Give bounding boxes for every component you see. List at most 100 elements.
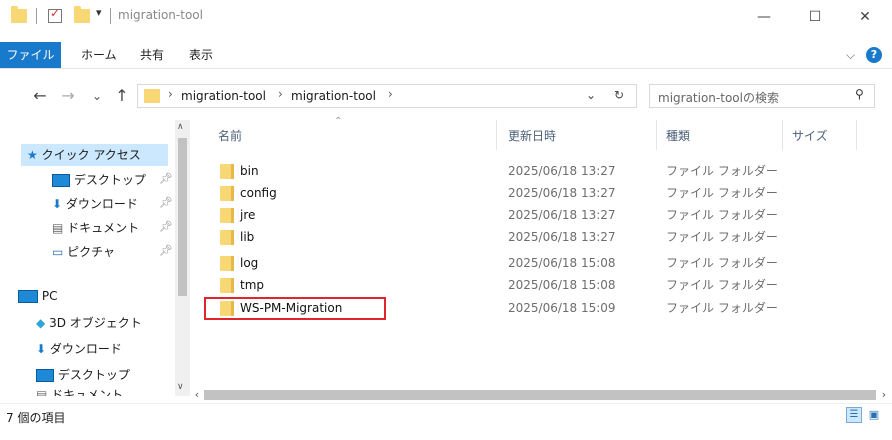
properties-icon[interactable]: ✓ [48,6,62,23]
table-row[interactable]: config 2025/06/18 13:27 ファイル フォルダー [190,182,892,204]
column-separator[interactable] [496,120,497,150]
address-row: ← → ⌄ ↑ › migration-tool › migration-too… [0,76,892,120]
breadcrumb-separator-icon: › [168,87,173,101]
details-view-icon[interactable]: ☰ [846,407,862,423]
folder-icon [220,230,234,245]
column-header-type[interactable]: 種類 [666,126,690,146]
file-type: ファイル フォルダー [666,256,778,270]
scroll-down-icon[interactable]: ∨ [177,382,184,392]
tab-view[interactable]: 表示 [189,42,213,68]
desktop-icon [52,174,70,187]
folder-icon [220,164,234,179]
close-button[interactable]: ✕ [842,0,888,34]
pin-icon[interactable]: 📌︎ [159,220,173,233]
nav-documents[interactable]: ▤ ドキュメント [52,217,139,239]
horizontal-scrollbar[interactable]: ‹ › [190,387,892,403]
nav-scrollbar[interactable]: ∧ ∨ [175,120,190,396]
table-row[interactable]: tmp 2025/06/18 15:08 ファイル フォルダー [190,274,892,296]
minimize-button[interactable]: — [741,0,787,34]
pin-icon[interactable]: 📌︎ [159,172,173,185]
scroll-right-icon[interactable]: › [876,387,892,403]
nav-3d-objects[interactable]: ◆ 3D オブジェクト [36,312,142,334]
forward-button[interactable]: → [58,84,78,108]
nav-label: ピクチャ [67,245,116,259]
recent-locations-icon[interactable]: ⌄ [90,84,104,108]
table-row[interactable]: lib 2025/06/18 13:27 ファイル フォルダー [190,226,892,248]
title-bar: ✓ ▾ migration-tool — ☐ ✕ [0,0,892,42]
up-button[interactable]: ↑ [112,84,132,108]
item-count: 7 個の項目 [6,411,66,425]
pin-icon[interactable]: 📌︎ [159,196,173,209]
nav-label: ドキュメント [51,388,124,396]
column-header-date[interactable]: 更新日時 [508,126,556,146]
table-row[interactable]: jre 2025/06/18 13:27 ファイル フォルダー [190,204,892,226]
nav-label: PC [41,289,58,303]
nav-pc-desktop[interactable]: デスクトップ [36,364,130,386]
column-separator[interactable] [856,120,857,150]
address-bar[interactable]: › migration-tool › migration-tool › ⌄ ↻ [137,84,637,108]
nav-pictures[interactable]: ▭ ピクチャ [52,241,115,263]
file-type: ファイル フォルダー [666,208,778,222]
nav-label: ダウンロード [49,342,122,356]
nav-pc-downloads[interactable]: ⬇ ダウンロード [36,338,122,360]
download-icon: ⬇ [52,197,63,211]
nav-desktop[interactable]: デスクトップ [52,169,146,191]
folder-icon [220,278,234,293]
maximize-button[interactable]: ☐ [792,0,838,34]
nav-pc[interactable]: PC [18,285,57,307]
nav-label: デスクトップ [73,173,146,187]
breadcrumb-item[interactable]: migration-tool [181,89,266,103]
nav-label: クイック アクセス [41,148,141,162]
ribbon-expand-icon[interactable]: ⌵ [846,42,855,68]
file-date: 2025/06/18 15:08 [508,278,616,292]
file-date: 2025/06/18 13:27 [508,208,616,222]
file-name: config [240,186,277,200]
file-name: tmp [240,278,265,292]
large-icons-view-icon[interactable]: ▣ [866,407,882,423]
new-folder-icon[interactable] [74,6,90,23]
column-separator[interactable] [782,120,783,150]
tab-file[interactable]: ファイル [0,42,61,68]
pictures-icon: ▭ [52,245,64,259]
scrollbar-thumb[interactable] [204,390,876,400]
search-icon[interactable]: ⚲ [855,87,864,101]
folder-icon [220,186,234,201]
file-date: 2025/06/18 15:08 [508,256,616,270]
column-separator[interactable] [656,120,657,150]
customize-quick-access-icon[interactable]: ▾ [96,6,102,19]
table-row[interactable]: log 2025/06/18 15:08 ファイル フォルダー [190,252,892,274]
nav-pc-documents[interactable]: ▤ ドキュメント [36,386,123,396]
pin-icon[interactable]: 📌︎ [159,244,173,257]
column-header-name[interactable]: 名前 [218,126,242,146]
nav-quick-access[interactable]: ★ クイック アクセス [21,144,168,166]
refresh-icon[interactable]: ↻ [614,88,624,102]
file-type: ファイル フォルダー [666,301,778,315]
breadcrumb-separator-icon: › [278,87,283,101]
file-name: lib [240,230,255,244]
scroll-up-icon[interactable]: ∧ [177,122,184,132]
ribbon-tabs: ファイル ホーム 共有 表示 ⌵ ? [0,42,892,69]
file-name: bin [240,164,259,178]
breadcrumb-item[interactable]: migration-tool [291,89,376,103]
file-date: 2025/06/18 13:27 [508,164,616,178]
nav-downloads[interactable]: ⬇ ダウンロード [52,193,138,215]
file-date: 2025/06/18 13:27 [508,230,616,244]
status-bar: 7 個の項目 ☰ ▣ [0,403,892,440]
file-list: ⌃ 名前 更新日時 種類 サイズ bin 2025/06/18 13:27 ファ… [190,116,892,396]
scroll-left-icon[interactable]: ‹ [190,387,204,403]
table-row[interactable]: bin 2025/06/18 13:27 ファイル フォルダー [190,160,892,182]
scrollbar-thumb[interactable] [178,138,187,296]
star-icon: ★ [27,148,38,162]
nav-label: デスクトップ [57,368,130,382]
column-header-size[interactable]: サイズ [792,126,828,146]
tab-home[interactable]: ホーム [81,42,117,68]
back-button[interactable]: ← [30,84,50,108]
pc-icon [18,290,38,303]
file-type: ファイル フォルダー [666,278,778,292]
folder-icon [144,89,160,103]
highlight-box [204,297,386,320]
search-input[interactable]: migration-toolの検索 ⚲ [649,84,875,108]
address-dropdown-icon[interactable]: ⌄ [586,88,596,102]
tab-share[interactable]: 共有 [140,42,164,68]
help-icon[interactable]: ? [866,47,882,63]
